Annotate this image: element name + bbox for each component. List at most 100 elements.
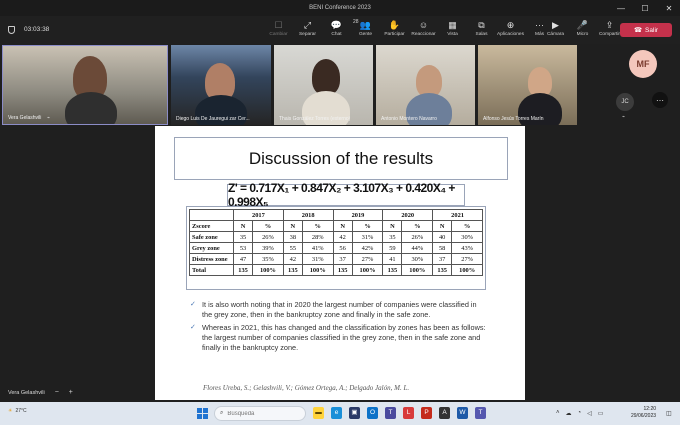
- table-cell: 30%: [401, 253, 434, 265]
- minimize-icon[interactable]: —: [614, 4, 628, 13]
- bullet-item: ✓ It is also worth noting that in 2020 th…: [190, 300, 488, 320]
- toolbar-cmara-button[interactable]: ▶ Cámara: [542, 19, 569, 37]
- sub-header: N: [232, 220, 254, 232]
- system-tray: ˄ ☁ ◔ ◁ ▭: [556, 410, 603, 417]
- toolbar-participar-button[interactable]: ✋ Participar: [380, 19, 409, 37]
- edge-icon[interactable]: e: [331, 407, 342, 419]
- table-cell: 27%: [351, 253, 384, 265]
- participant-name: Diego Luis De Jauregui zar Cer...: [176, 116, 250, 122]
- leave-button[interactable]: ☎ Salir: [620, 23, 672, 37]
- table-cell: 40: [432, 231, 453, 243]
- shield-icon[interactable]: [8, 26, 15, 34]
- window-title: BENI Conference 2023: [309, 5, 371, 11]
- toolbar-compartir-button[interactable]: ⇪ Compartir: [596, 19, 623, 37]
- row-label: Grey zone: [189, 242, 234, 254]
- toolbar-separar-button[interactable]: ⤢ Separar: [293, 19, 322, 37]
- cloud-icon[interactable]: ☁: [566, 410, 572, 417]
- toolbar-vista-button[interactable]: ▦ Vista: [438, 19, 467, 37]
- presentation-slide: Discussion of the results Z' = 0.717X₁ +…: [155, 126, 525, 400]
- toolbar-icon: ☺: [418, 20, 429, 30]
- participant-video-body: [65, 92, 117, 124]
- store-icon[interactable]: ▣: [349, 407, 360, 419]
- table-cell: 56: [332, 242, 353, 254]
- powerpoint-icon[interactable]: P: [421, 407, 432, 419]
- table-cell: 100%: [301, 264, 334, 276]
- toolbar-chat-button[interactable]: 💬 Chat: [322, 19, 351, 37]
- bullet-list: ✓ It is also worth noting that in 2020 th…: [190, 300, 488, 356]
- participant-tile[interactable]: Vera Gelashvili ⌁: [2, 45, 168, 125]
- table-cell: 27%: [451, 253, 483, 265]
- maximize-icon[interactable]: ☐: [638, 4, 652, 13]
- avatar[interactable]: JC: [616, 93, 634, 111]
- toolbar-icon: ⇪: [605, 20, 614, 30]
- wifi-icon[interactable]: ◔: [578, 410, 582, 417]
- toolbar-gente-button[interactable]: 👥 28 Gente: [351, 19, 380, 37]
- participant-tile[interactable]: Antonio Montero Navarro: [376, 45, 475, 125]
- table-cell: 100%: [451, 264, 483, 276]
- leave-label: Salir: [645, 26, 659, 34]
- zscore-table: 2017 2018 2019 2020 2021 Zscore N% N% N% N% N% Sa…: [189, 209, 483, 276]
- toolbar-label: Aplicaciones: [497, 32, 524, 37]
- table-cell: 59: [382, 242, 403, 254]
- notification-bell-icon[interactable]: ◫: [666, 410, 672, 417]
- mic-icon: ⌁: [47, 115, 51, 121]
- row-label: Distress zone: [189, 253, 234, 265]
- toolbar-salas-button[interactable]: ⧉ Salas: [467, 19, 496, 37]
- teams-meeting-window: BENI Conference 2023 — ☐ ✕ 03:03:38 ☐ Cam…: [0, 0, 680, 425]
- speaker-icon[interactable]: ◁: [587, 410, 592, 417]
- sun-icon: ☀: [8, 408, 13, 414]
- table-cell: 35%: [252, 253, 284, 265]
- taskbar-clock[interactable]: 12:20 29/06/2023: [631, 406, 656, 420]
- zoom-in-button[interactable]: +: [69, 389, 73, 396]
- toolbar-icon: ⧉: [478, 20, 485, 30]
- row-header-label: Zscore: [189, 220, 234, 232]
- table-subheader-row: Zscore N% N% N% N% N%: [189, 220, 483, 232]
- mic-off-icon: ⌁: [622, 114, 626, 120]
- toolbar-label: Salas: [475, 32, 488, 37]
- close-icon[interactable]: ✕: [662, 4, 676, 13]
- zscore-formula: Z' = 0.717X₁ + 0.847X₂ + 3.107X₃ + 0.420…: [227, 181, 465, 209]
- toolbar-icon: ⤢: [303, 20, 312, 30]
- weather-widget[interactable]: ☀ 27°C: [8, 408, 27, 414]
- media-controls: ▶ Cámara 🎤 Micro ⇪ Compartir: [542, 19, 623, 37]
- participant-tile[interactable]: Alfonso Jesús Torres Marín: [478, 45, 577, 125]
- taskbar-search[interactable]: ⌕: [214, 406, 306, 421]
- teams-work-icon[interactable]: T: [475, 407, 486, 419]
- table-corner-cell: [189, 209, 234, 221]
- year-header: 2021: [432, 209, 483, 221]
- sub-header: N: [382, 220, 403, 232]
- table-cell: 100%: [252, 264, 284, 276]
- zoom-out-button[interactable]: −: [55, 389, 59, 396]
- participant-video: [312, 59, 340, 95]
- checkmark-icon: ✓: [190, 324, 196, 331]
- battery-icon[interactable]: ▭: [598, 410, 604, 417]
- chevron-up-icon[interactable]: ˄: [556, 410, 560, 417]
- more-participants-button[interactable]: ⋯: [652, 92, 668, 108]
- table-row: Total 135 100% 135 100% 135 100% 135 100% 135 100%: [189, 264, 483, 276]
- toolbar-micro-button[interactable]: 🎤 Micro: [569, 19, 596, 37]
- l-app-icon[interactable]: L: [403, 407, 414, 419]
- search-input[interactable]: [227, 410, 292, 417]
- title-bar: BENI Conference 2023 — ☐ ✕: [0, 0, 680, 16]
- acrobat-icon[interactable]: A: [439, 407, 450, 419]
- table-row: Distress zone 47 35% 42 31% 37 27% 41 30% 37 27%: [189, 253, 483, 265]
- avatar[interactable]: MF: [629, 50, 657, 78]
- toolbar-cambiar-button[interactable]: ☐ Cambiar: [264, 19, 293, 37]
- year-header: 2020: [382, 209, 434, 221]
- table-cell: 100%: [351, 264, 384, 276]
- teams-icon[interactable]: T: [385, 407, 396, 419]
- toolbar-aplicaciones-button[interactable]: ⊕ Aplicaciones: [496, 19, 525, 37]
- file-explorer-icon[interactable]: ▬: [313, 407, 324, 419]
- table-cell: 135: [282, 264, 303, 276]
- toolbar-reaccionar-button[interactable]: ☺ Reaccionar: [409, 19, 438, 37]
- toolbar-label: Chat: [331, 32, 342, 37]
- toolbar-icon: 🎤: [576, 20, 589, 30]
- participant-tile[interactable]: Diego Luis De Jauregui zar Cer...: [171, 45, 271, 125]
- participant-tile[interactable]: Thais González Torres (externo): [274, 45, 373, 125]
- clock-time: 12:20: [643, 406, 657, 412]
- windows-start-icon[interactable]: [197, 408, 208, 419]
- sub-header: %: [401, 220, 434, 232]
- sub-header: N: [332, 220, 353, 232]
- word-icon[interactable]: W: [457, 407, 468, 419]
- outlook-icon[interactable]: O: [367, 407, 378, 419]
